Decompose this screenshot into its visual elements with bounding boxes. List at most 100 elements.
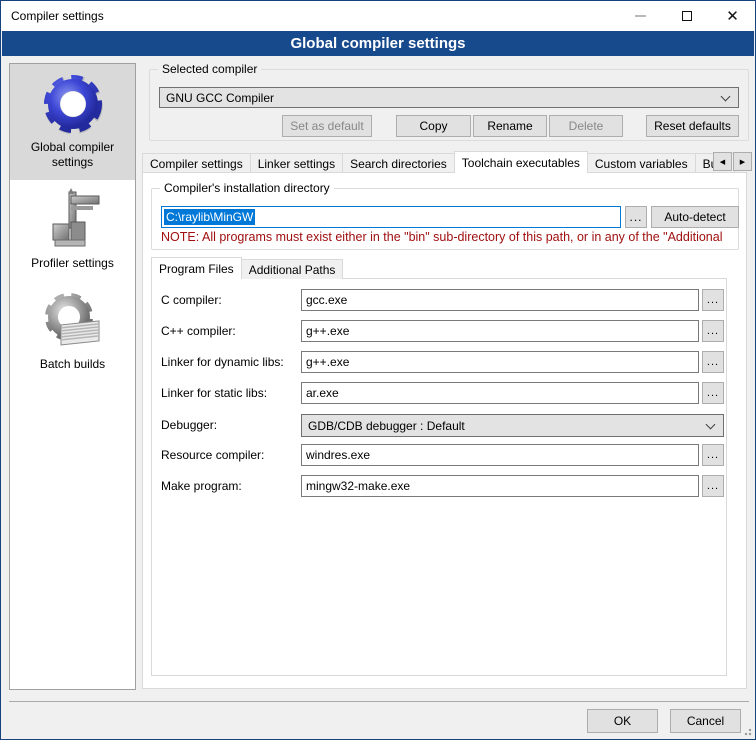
debugger-dropdown[interactable]: GDB/CDB debugger : Default	[301, 414, 724, 437]
reset-defaults-button[interactable]: Reset defaults	[646, 115, 739, 137]
linker-dynamic-input[interactable]: g++.exe	[301, 351, 699, 373]
tab-compiler-settings[interactable]: Compiler settings	[142, 153, 251, 173]
make-program-label: Make program:	[161, 479, 296, 493]
installation-directory-value: C:\raylib\MinGW	[164, 209, 255, 225]
button-label: OK	[614, 714, 631, 728]
linker-static-input[interactable]: ar.exe	[301, 382, 699, 404]
field-value: gcc.exe	[306, 293, 347, 307]
field-value: windres.exe	[306, 448, 370, 462]
banner-title: Global compiler settings	[290, 35, 465, 52]
selected-compiler-value: GNU GCC Compiler	[166, 91, 274, 105]
copy-button[interactable]: Copy	[396, 115, 471, 137]
selected-compiler-dropdown[interactable]: GNU GCC Compiler	[159, 87, 739, 108]
button-label: Auto-detect	[664, 210, 725, 224]
c-compiler-input[interactable]: gcc.exe	[301, 289, 699, 311]
maximize-button[interactable]	[664, 1, 709, 31]
resource-compiler-browse-button[interactable]: ...	[702, 444, 724, 466]
cpp-compiler-input[interactable]: g++.exe	[301, 320, 699, 342]
sidebar-item-profiler-settings[interactable]: Profiler settings	[10, 180, 135, 281]
ellipsis-icon: ...	[707, 387, 719, 399]
chevron-down-icon	[721, 91, 731, 101]
footer-separator	[9, 701, 749, 702]
selected-compiler-group-title: Selected compiler	[158, 62, 261, 76]
installation-directory-group-title: Compiler's installation directory	[160, 181, 334, 195]
window-title: Compiler settings	[11, 9, 104, 23]
sidebar-item-label: Profiler settings	[14, 256, 131, 271]
ellipsis-icon: ...	[707, 449, 719, 461]
settings-category-list: Global compiler settings Profiler settin…	[9, 63, 136, 690]
button-label: Reset defaults	[654, 119, 731, 133]
minimize-button[interactable]	[618, 1, 663, 31]
caliper-icon	[41, 188, 105, 252]
ellipsis-icon: ...	[707, 294, 719, 306]
c-compiler-label: C compiler:	[161, 293, 296, 307]
sidebar-item-global-compiler-settings[interactable]: Global compiler settings	[10, 64, 135, 180]
minimize-icon	[635, 15, 646, 17]
sidebar-item-label: Global compiler settings	[14, 140, 131, 170]
ellipsis-icon: ...	[629, 210, 642, 224]
field-value: mingw32-make.exe	[306, 479, 410, 493]
resource-compiler-label: Resource compiler:	[161, 448, 296, 462]
cpp-compiler-browse-button[interactable]: ...	[702, 320, 724, 342]
tab-label: Linker settings	[258, 157, 335, 171]
installation-directory-input[interactable]: C:\raylib\MinGW	[161, 206, 621, 228]
resize-grip[interactable]	[742, 726, 752, 736]
compiler-settings-tabbar: Compiler settings Linker settings Search…	[142, 151, 735, 173]
tab-label: Program Files	[159, 262, 234, 276]
ok-button[interactable]: OK	[587, 709, 658, 733]
delete-button[interactable]: Delete	[549, 115, 623, 137]
button-label: Rename	[487, 119, 532, 133]
c-compiler-browse-button[interactable]: ...	[702, 289, 724, 311]
linker-dynamic-label: Linker for dynamic libs:	[161, 355, 296, 369]
tab-scroll-left-button[interactable]: ◀	[713, 152, 732, 171]
tab-label: Compiler settings	[150, 157, 243, 171]
field-value: g++.exe	[306, 324, 349, 338]
tab-custom-variables[interactable]: Custom variables	[587, 153, 696, 173]
linker-static-browse-button[interactable]: ...	[702, 382, 724, 404]
tab-label: Search directories	[350, 157, 447, 171]
rename-button[interactable]: Rename	[473, 115, 547, 137]
linker-static-label: Linker for static libs:	[161, 386, 296, 400]
make-program-input[interactable]: mingw32-make.exe	[301, 475, 699, 497]
compiler-settings-dialog: Compiler settings ✕ Global compiler sett…	[0, 0, 756, 740]
tab-additional-paths[interactable]: Additional Paths	[241, 259, 344, 279]
tab-toolchain-executables[interactable]: Toolchain executables	[454, 151, 588, 173]
cancel-button[interactable]: Cancel	[670, 709, 741, 733]
close-button[interactable]: ✕	[710, 1, 755, 31]
field-value: ar.exe	[306, 386, 339, 400]
button-label: Set as default	[290, 119, 363, 133]
close-icon: ✕	[726, 9, 739, 24]
field-value: g++.exe	[306, 355, 349, 369]
sidebar-item-batch-builds[interactable]: Batch builds	[10, 281, 135, 382]
maximize-icon	[682, 11, 692, 21]
tab-label: Toolchain executables	[462, 156, 580, 170]
button-label: Cancel	[687, 714, 724, 728]
resource-compiler-input[interactable]: windres.exe	[301, 444, 699, 466]
set-as-default-button[interactable]: Set as default	[282, 115, 372, 137]
blue-gear-icon	[41, 72, 105, 136]
make-program-browse-button[interactable]: ...	[702, 475, 724, 497]
sidebar-item-label: Batch builds	[14, 357, 131, 372]
debugger-label: Debugger:	[161, 418, 296, 432]
field-value: GDB/CDB debugger : Default	[308, 419, 465, 433]
installation-directory-browse-button[interactable]: ...	[625, 206, 647, 228]
arrow-left-icon: ◀	[720, 158, 725, 166]
auto-detect-button[interactable]: Auto-detect	[651, 206, 739, 228]
cpp-compiler-label: C++ compiler:	[161, 324, 296, 338]
program-files-tabbar: Program Files Additional Paths	[151, 258, 343, 279]
linker-dynamic-browse-button[interactable]: ...	[702, 351, 724, 373]
tab-scroll-right-button[interactable]: ▶	[733, 152, 752, 171]
arrow-right-icon: ▶	[740, 158, 745, 166]
tab-search-directories[interactable]: Search directories	[342, 153, 455, 173]
tab-label: Additional Paths	[249, 263, 336, 277]
tab-program-files[interactable]: Program Files	[151, 257, 242, 279]
tab-linker-settings[interactable]: Linker settings	[250, 153, 343, 173]
title-bar[interactable]: Compiler settings ✕	[1, 1, 755, 31]
banner: Global compiler settings	[2, 31, 754, 56]
ellipsis-icon: ...	[707, 325, 719, 337]
gray-gear-stack-icon	[41, 289, 105, 353]
chevron-down-icon	[706, 419, 716, 429]
button-label: Delete	[569, 119, 604, 133]
tab-label: Custom variables	[595, 157, 688, 171]
ellipsis-icon: ...	[707, 356, 719, 368]
